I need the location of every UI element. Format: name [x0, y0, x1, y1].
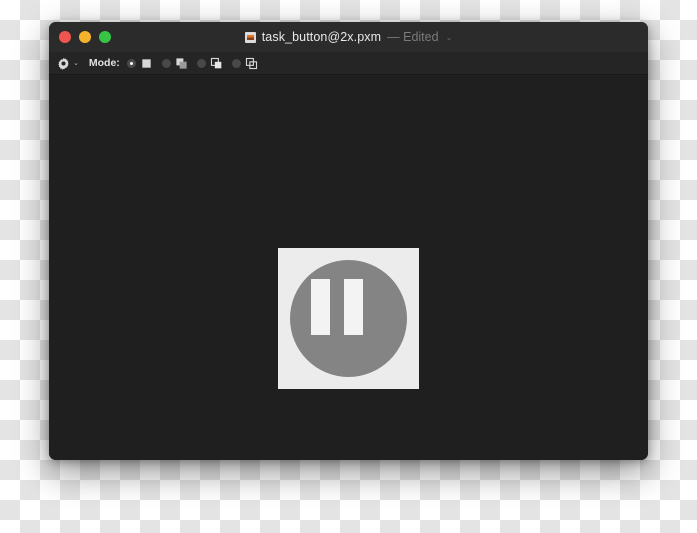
radio-intersect-shape[interactable] — [231, 58, 241, 68]
editor-canvas[interactable] — [49, 75, 648, 460]
union-shapes-icon — [175, 57, 188, 70]
document-icon — [244, 31, 256, 43]
minimize-window-button[interactable] — [79, 31, 91, 43]
intersect-shapes-icon — [245, 57, 258, 70]
window-title-filename[interactable]: task_button@2x.pxm — [262, 30, 381, 44]
radio-new-shape[interactable] — [126, 58, 136, 68]
window-titlebar[interactable]: task_button@2x.pxm — Edited ⌄ — [49, 22, 648, 52]
settings-chevron-down-icon[interactable]: ⌄ — [73, 60, 79, 67]
radio-subtract-shape[interactable] — [196, 58, 206, 68]
mode-option-new-shape[interactable] — [126, 57, 153, 70]
radio-add-shape[interactable] — [161, 58, 171, 68]
pause-bar-right — [344, 279, 363, 335]
settings-menu-button[interactable]: ⌄ — [57, 57, 89, 70]
desktop-background: task_button@2x.pxm — Edited ⌄ ⌄ Mode: — [0, 0, 697, 533]
title-chevron-down-icon[interactable]: ⌄ — [446, 33, 453, 42]
filled-square-icon — [140, 57, 153, 70]
maximize-window-button[interactable] — [99, 31, 111, 43]
mode-option-intersect-shape[interactable] — [231, 57, 258, 70]
window-title-edited-state: — Edited — [387, 30, 439, 44]
pause-button-artwork[interactable] — [278, 248, 419, 389]
tool-options-bar: ⌄ Mode: — [49, 52, 648, 75]
mode-option-subtract-shape[interactable] — [196, 57, 223, 70]
application-window: task_button@2x.pxm — Edited ⌄ ⌄ Mode: — [49, 22, 648, 460]
gear-icon — [57, 57, 70, 70]
mode-option-add-shape[interactable] — [161, 57, 188, 70]
close-window-button[interactable] — [59, 31, 71, 43]
subtract-shapes-icon — [210, 57, 223, 70]
pause-bar-left — [311, 279, 330, 335]
traffic-light-group — [49, 31, 111, 43]
mode-label: Mode: — [88, 57, 120, 69]
window-title-group: task_button@2x.pxm — Edited ⌄ — [49, 22, 648, 52]
